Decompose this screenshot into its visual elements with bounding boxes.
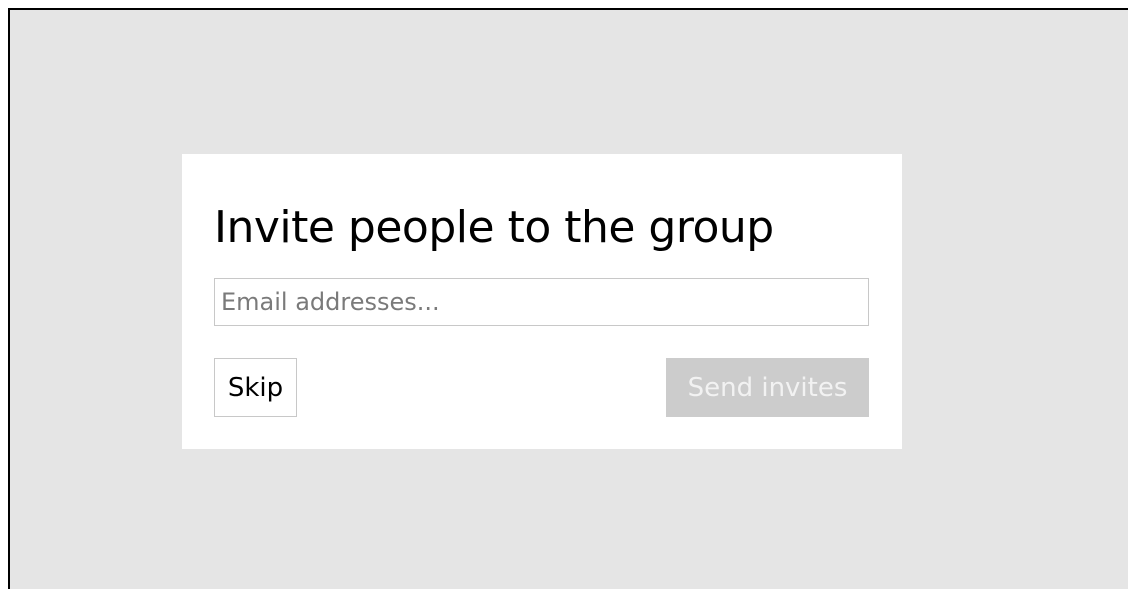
skip-button[interactable]: Skip bbox=[214, 358, 297, 417]
backdrop: Invite people to the group Skip Send inv… bbox=[8, 8, 1128, 589]
invite-dialog: Invite people to the group Skip Send inv… bbox=[182, 154, 902, 449]
email-addresses-input[interactable] bbox=[214, 278, 869, 326]
send-invites-button[interactable]: Send invites bbox=[666, 358, 869, 417]
dialog-title: Invite people to the group bbox=[214, 202, 774, 253]
